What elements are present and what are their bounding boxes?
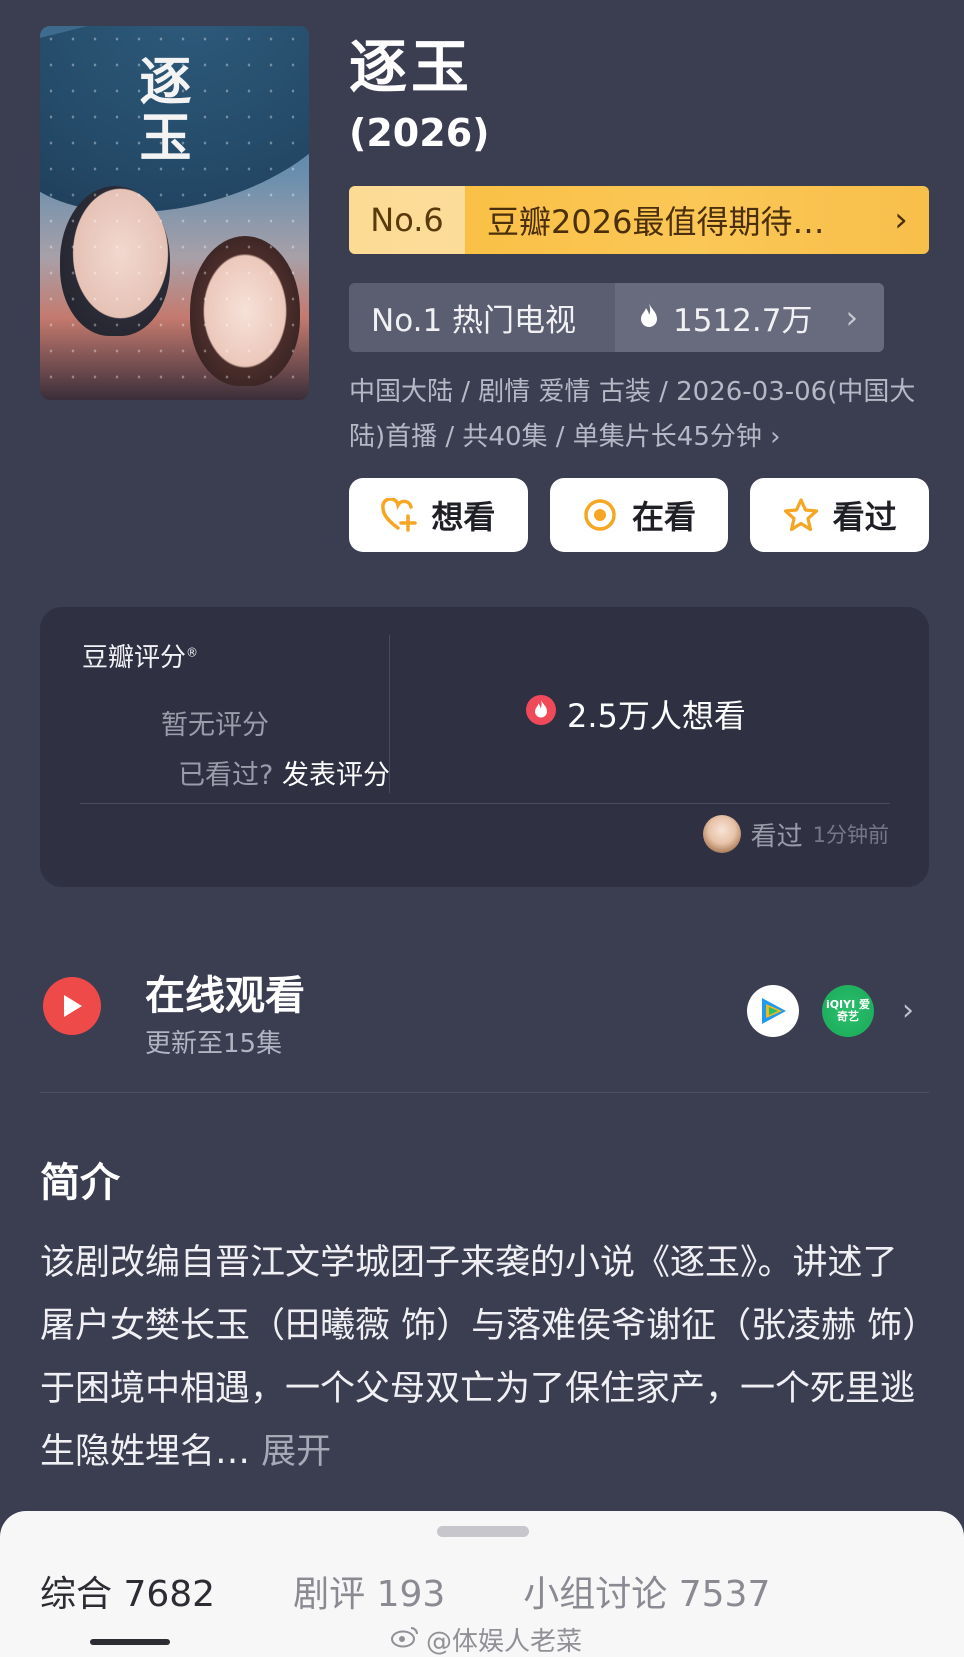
- synopsis-body: 该剧改编自晋江文学城团子来袭的小说《逐玉》。讲述了屠户女樊长玉（田曦薇 饰）与落…: [40, 1243, 920, 1472]
- chevron-right-icon: ›: [902, 993, 914, 1028]
- expand-button[interactable]: 展开: [261, 1432, 331, 1472]
- horizontal-divider: [80, 803, 890, 804]
- want-count-text: 2.5万人想看: [567, 697, 746, 735]
- target-icon: [582, 497, 618, 533]
- watched-button[interactable]: 看过: [750, 478, 930, 552]
- show-meta-info[interactable]: 中国大陆 / 剧情 爱情 古装 / 2026-03-06(中国大陆)首播 / 共…: [349, 370, 931, 460]
- hot-rank-label: No.1 热门电视: [349, 283, 615, 352]
- no-score-text: 暂无评分: [161, 710, 269, 741]
- play-icon: [43, 977, 101, 1035]
- avatar: [702, 815, 741, 853]
- rating-label: 豆瓣评分®: [82, 643, 199, 673]
- rank-number: No.6: [349, 186, 465, 254]
- watching-label: 在看: [632, 498, 697, 536]
- chevron-right-icon: ›: [845, 299, 858, 336]
- tab-bar: 综合 7682 剧评 193 小组讨论 7537: [40, 1565, 770, 1617]
- tab-group-discussion[interactable]: 小组讨论 7537: [523, 1565, 770, 1617]
- tab-reviews[interactable]: 剧评 193: [293, 1565, 445, 1617]
- heart-plus-icon: [381, 497, 418, 533]
- rating-card: 豆瓣评分® 暂无评分 已看过? 发表评分 2.5万人想看 看过 1分钟前: [40, 607, 929, 887]
- bottom-sheet: 综合 7682 剧评 193 小组讨论 7537 @体娱人老菜: [0, 1511, 964, 1657]
- section-divider: [40, 1092, 929, 1093]
- star-icon: [783, 497, 819, 533]
- want-to-watch-button[interactable]: 想看: [349, 478, 528, 552]
- flame-badge-icon: [525, 694, 557, 734]
- want-count: 2.5万人想看: [525, 691, 746, 737]
- watermark: @体娱人老菜: [390, 1621, 582, 1657]
- rank-list-name: 豆瓣2026最值得期待…: [487, 203, 825, 241]
- synopsis-title: 简介: [40, 1160, 120, 1206]
- show-title: 逐玉: [349, 33, 474, 101]
- hot-value: 1512.7万: [673, 303, 813, 339]
- poster-image[interactable]: 逐玉: [40, 26, 309, 400]
- ranking-banner[interactable]: No.6 豆瓣2026最值得期待… ›: [349, 186, 929, 254]
- tencent-video-icon[interactable]: [747, 985, 799, 1037]
- online-watch-subtitle: 更新至15集: [145, 1029, 283, 1059]
- drag-handle[interactable]: [437, 1526, 529, 1537]
- weibo-icon: [390, 1624, 420, 1655]
- rate-button[interactable]: 发表评分: [282, 760, 390, 791]
- online-watch-row[interactable]: 在线观看 更新至15集 iQIYI 爱奇艺 ›: [40, 955, 929, 1059]
- iqiyi-icon[interactable]: iQIYI 爱奇艺: [822, 985, 874, 1037]
- rate-prompt: 已看过? 发表评分: [178, 760, 390, 791]
- watched-label: 看过: [832, 498, 897, 536]
- hot-ranking-bar[interactable]: No.1 热门电视 1512.7万 ›: [349, 283, 884, 352]
- flame-icon: [639, 300, 659, 336]
- vertical-divider: [389, 635, 390, 793]
- recent-activity[interactable]: 看过 1分钟前: [702, 815, 889, 853]
- want-to-watch-label: 想看: [431, 498, 496, 536]
- show-year: (2026): [349, 111, 490, 155]
- action-buttons: 想看 在看 看过: [349, 478, 930, 552]
- active-tab-indicator: [90, 1639, 170, 1645]
- chevron-right-icon: ›: [894, 200, 908, 240]
- recent-time: 1分钟前: [812, 823, 889, 847]
- recent-status: 看过: [750, 821, 803, 852]
- tab-overview[interactable]: 综合 7682: [40, 1565, 215, 1617]
- watching-button[interactable]: 在看: [549, 478, 729, 552]
- hot-value-block: 1512.7万 ›: [615, 283, 884, 352]
- poster-snow: [40, 26, 309, 400]
- online-watch-title: 在线观看: [145, 973, 305, 1019]
